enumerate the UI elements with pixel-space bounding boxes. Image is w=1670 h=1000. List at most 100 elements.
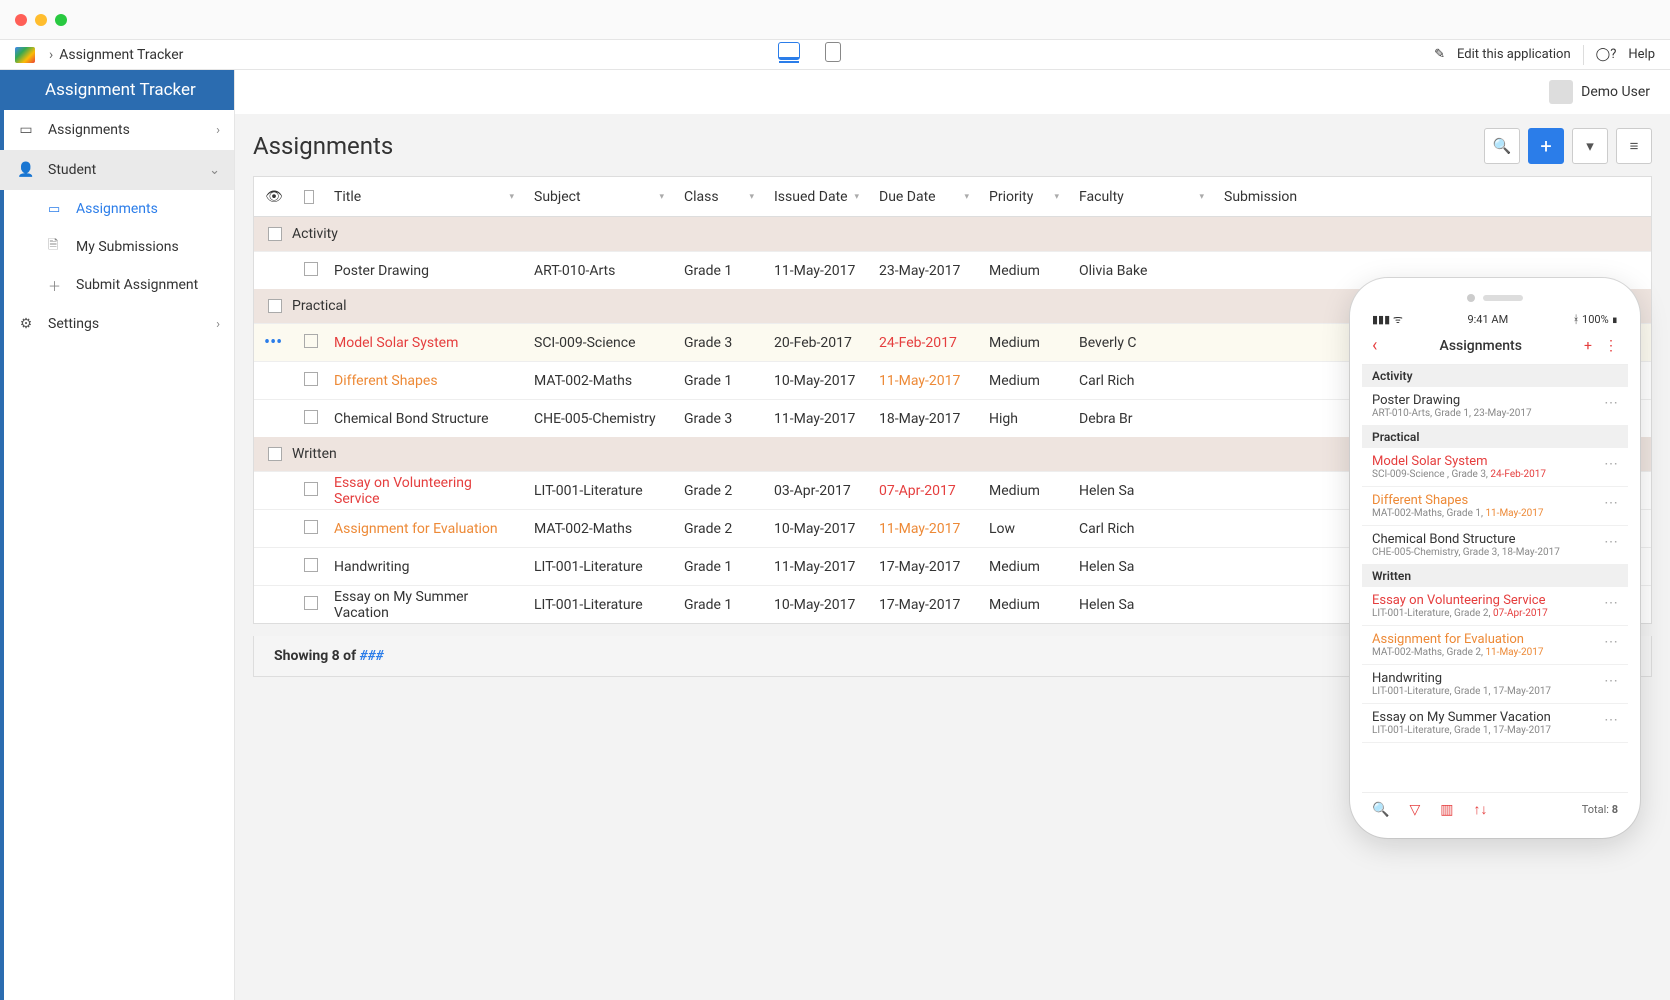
userbar: Demo User [235,70,1670,114]
group-label: Written [292,446,337,462]
column-priority[interactable]: Priority▾ [979,189,1069,205]
column-submission[interactable]: Submission [1214,189,1651,205]
column-faculty[interactable]: Faculty▾ [1069,189,1214,205]
sidebar-item-label: Settings [48,316,99,332]
add-button[interactable]: + [1528,128,1564,164]
phone-item[interactable]: Chemical Bond Structure CHE-005-Chemistr… [1362,526,1628,565]
phone-preview: ▮▮▮ ᯤ 9:41 AM ᚼ 100% ▮ ‹ Assignments + ⋮… [1350,278,1640,838]
device-tablet-icon[interactable] [825,42,841,62]
sidebar-item-settings[interactable]: ⚙ Settings › [0,304,234,344]
book-icon: ▭ [16,122,36,138]
checkbox[interactable] [304,372,318,386]
checkbox[interactable] [268,299,282,313]
phone-item[interactable]: Poster Drawing ART-010-Arts, Grade 1, 23… [1362,387,1628,426]
phone-item[interactable]: Essay on Volunteering Service LIT-001-Li… [1362,587,1628,626]
checkbox[interactable] [304,262,318,276]
window-maximize[interactable] [55,14,67,26]
sort-icon[interactable]: ▾ [964,192,969,202]
cell-priority: Low [979,521,1069,537]
sidebar-item-assignments[interactable]: ▭ Assignments › [0,110,234,150]
phone-item-more[interactable]: ⋯ [1604,456,1618,472]
cell-due: 11-May-2017 [869,521,979,537]
phone-item-more[interactable]: ⋯ [1604,712,1618,728]
user-icon: 👤 [16,162,36,178]
sidebar-sub-submit-assignment[interactable]: ＋ Submit Assignment [0,266,234,304]
search-button[interactable]: 🔍 [1484,128,1520,164]
cell-title: Essay on Volunteering Service [324,475,524,507]
checkbox[interactable] [304,596,318,610]
sort-icon[interactable]: ▾ [509,192,514,202]
cell-title: Handwriting [324,559,524,575]
phone-sort-icon[interactable]: ↑↓ [1473,801,1487,818]
checkbox[interactable] [304,482,318,496]
breadcrumb-app[interactable]: Assignment Tracker [59,47,183,63]
sidebar-item-student[interactable]: 👤 Student ⌄ [0,150,234,190]
column-subject[interactable]: Subject▾ [524,189,674,205]
checkbox[interactable] [304,190,314,204]
phone-search-icon[interactable]: 🔍 [1372,802,1389,818]
checkbox[interactable] [304,334,318,348]
checkbox[interactable] [268,447,282,461]
phone-item-title: Model Solar System [1372,454,1618,469]
sidebar: Assignment Tracker ▭ Assignments › 👤 Stu… [0,70,235,1000]
phone-item[interactable]: Essay on My Summer Vacation LIT-001-Lite… [1362,704,1628,743]
phone-status-bar: ▮▮▮ ᯤ 9:41 AM ᚼ 100% ▮ [1362,312,1628,327]
sort-icon[interactable]: ▾ [1199,192,1204,202]
phone-hardware [1467,294,1523,302]
row-more-icon[interactable]: ••• [264,332,282,353]
help-link[interactable]: Help [1628,47,1655,62]
checkbox[interactable] [268,227,282,241]
filter-button[interactable]: ▾ [1572,128,1608,164]
edit-application-link[interactable]: Edit this application [1457,47,1571,62]
phone-item-more[interactable]: ⋯ [1604,595,1618,611]
sidebar-sub-my-submissions[interactable]: 🗎 My Submissions [0,228,234,266]
phone-filter-icon[interactable]: ▽ [1409,802,1420,818]
phone-item-more[interactable]: ⋯ [1604,634,1618,650]
phone-group-icon[interactable]: ▥ [1440,802,1453,818]
column-due[interactable]: Due Date▾ [869,189,979,205]
phone-item[interactable]: Handwriting LIT-001-Literature, Grade 1,… [1362,665,1628,704]
checkbox[interactable] [304,410,318,424]
window-minimize[interactable] [35,14,47,26]
phone-item[interactable]: Different Shapes MAT-002-Maths, Grade 1,… [1362,487,1628,526]
column-title[interactable]: Title▾ [324,189,524,205]
phone-item-more[interactable]: ⋯ [1604,395,1618,411]
phone-back-button[interactable]: ‹ [1372,335,1377,356]
column-visibility[interactable]: 👁 [254,189,294,205]
phone-item[interactable]: Assignment for Evaluation MAT-002-Maths,… [1362,626,1628,665]
sort-icon[interactable]: ▾ [749,192,754,202]
user-name[interactable]: Demo User [1581,84,1650,100]
cell-issued: 11-May-2017 [764,559,869,575]
eye-icon: 👁 [265,189,283,205]
column-issued[interactable]: Issued Date▾ [764,189,869,205]
phone-item-more[interactable]: ⋯ [1604,673,1618,689]
gear-icon: ⚙ [16,316,36,332]
phone-item[interactable]: Model Solar System SCI-009-Science , Gra… [1362,448,1628,487]
group-label: Activity [292,226,338,242]
column-class[interactable]: Class▾ [674,189,764,205]
phone-nav: ‹ Assignments + ⋮ [1362,327,1628,365]
cell-faculty: Helen Sa [1069,597,1214,613]
cell-class: Grade 3 [674,335,764,351]
phone-more-button[interactable]: ⋮ [1604,338,1618,354]
menu-button[interactable]: ≡ [1616,128,1652,164]
device-desktop-icon[interactable] [778,42,800,60]
cell-due: 11-May-2017 [869,373,979,389]
sidebar-sub-assignments[interactable]: ▭ Assignments [0,190,234,228]
phone-item-sub: MAT-002-Maths, Grade 2, 11-May-2017 [1372,647,1618,658]
sort-icon[interactable]: ▾ [1054,192,1059,202]
phone-section-practical: Practical [1362,426,1628,448]
sort-icon[interactable]: ▾ [659,192,664,202]
group-activity[interactable]: Activity [254,217,1651,251]
phone-item-more[interactable]: ⋯ [1604,495,1618,511]
column-select-all[interactable] [294,190,324,204]
avatar[interactable] [1549,80,1573,104]
page-actions: 🔍 + ▾ ≡ [1484,128,1652,164]
sort-icon[interactable]: ▾ [854,192,859,202]
phone-add-button[interactable]: + [1584,338,1592,354]
checkbox[interactable] [304,558,318,572]
window-close[interactable] [15,14,27,26]
cell-subject: SCI-009-Science [524,335,674,351]
checkbox[interactable] [304,520,318,534]
phone-item-more[interactable]: ⋯ [1604,534,1618,550]
